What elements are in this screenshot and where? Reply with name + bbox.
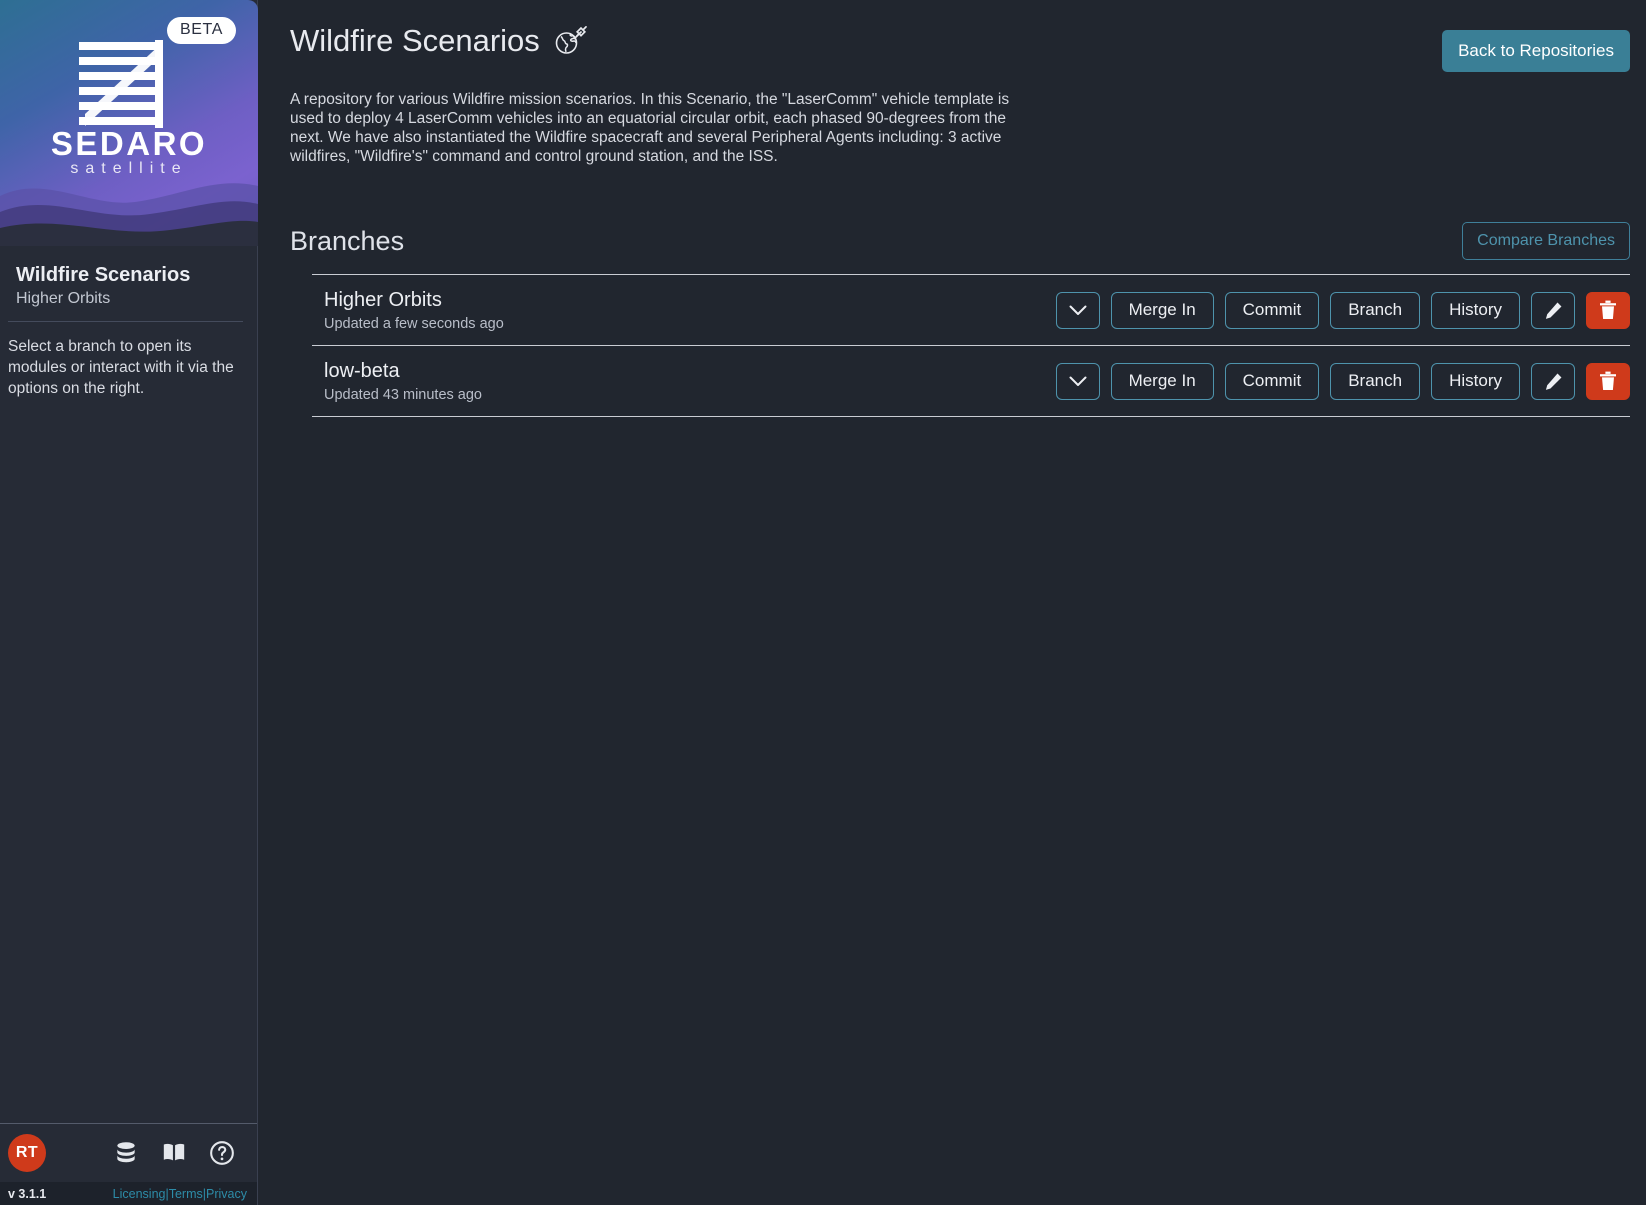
sidebar-version-bar: v 3.1.1 Licensing|Terms|Privacy — [0, 1182, 257, 1205]
pencil-icon — [1545, 302, 1561, 319]
chevron-down-icon — [1069, 376, 1087, 386]
sidebar: BETA SEDARO satellite Wildfire Scenarios… — [0, 0, 258, 1205]
table-row[interactable]: Higher Orbits Updated a few seconds ago … — [312, 274, 1630, 345]
app-root: BETA SEDARO satellite Wildfire Scenarios… — [0, 0, 1646, 1205]
book-icon[interactable] — [161, 1140, 187, 1166]
sidebar-repo-title: Wildfire Scenarios — [16, 264, 191, 286]
brand-tagline: satellite — [70, 160, 188, 177]
page-title: Wildfire Scenarios — [290, 22, 588, 60]
legal-links: Licensing|Terms|Privacy — [113, 1187, 247, 1201]
branches-header: Branches Compare Branches — [290, 222, 1630, 260]
compare-branches-button[interactable]: Compare Branches — [1462, 222, 1630, 260]
branch-updated: Updated 43 minutes ago — [324, 387, 482, 403]
merge-in-button[interactable]: Merge In — [1110, 291, 1214, 329]
licensing-link[interactable]: Licensing — [113, 1187, 166, 1201]
sidebar-hint-text: Select a branch to open its modules or i… — [8, 338, 234, 397]
brand-logo-panel: BETA SEDARO satellite — [0, 0, 258, 246]
pencil-icon — [1545, 373, 1561, 390]
branches-title: Branches — [290, 225, 405, 256]
database-icon[interactable] — [113, 1140, 139, 1166]
privacy-link[interactable]: Privacy — [206, 1187, 247, 1201]
branch-button[interactable]: Branch — [1330, 291, 1421, 329]
page-header: Wildfire Scenarios Back to Repositories — [290, 0, 1630, 72]
main-content: Wildfire Scenarios Back to Repositories … — [258, 0, 1646, 1205]
merge-in-button[interactable]: Merge In — [1110, 362, 1214, 400]
branch-list: Higher Orbits Updated a few seconds ago … — [290, 274, 1630, 417]
repository-description: A repository for various Wildfire missio… — [290, 91, 1010, 165]
branch-info: Higher Orbits Updated a few seconds ago — [324, 288, 504, 332]
edit-branch-button[interactable] — [1531, 291, 1575, 329]
branch-name: Higher Orbits — [324, 289, 442, 311]
sidebar-repo-block: Wildfire Scenarios Higher Orbits — [0, 246, 257, 308]
branch-info: low-beta Updated 43 minutes ago — [324, 359, 482, 403]
help-circle-icon[interactable] — [209, 1140, 235, 1166]
branch-updated: Updated a few seconds ago — [324, 316, 504, 332]
branch-button[interactable]: Branch — [1330, 362, 1421, 400]
globe-satellite-icon — [555, 26, 587, 54]
commit-button[interactable]: Commit — [1224, 291, 1320, 329]
trash-icon — [1600, 371, 1616, 390]
branch-actions: Merge In Commit Branch History — [1055, 362, 1630, 400]
brand-name: SEDARO — [50, 125, 208, 162]
expand-branch-button[interactable] — [1055, 362, 1100, 400]
delete-branch-button[interactable] — [1586, 362, 1630, 400]
history-button[interactable]: History — [1431, 291, 1520, 329]
sidebar-footer-icons: RT — [0, 1124, 257, 1182]
chevron-down-icon — [1069, 305, 1087, 315]
avatar[interactable]: RT — [8, 1134, 46, 1172]
version-label: v 3.1.1 — [8, 1186, 47, 1201]
table-row[interactable]: low-beta Updated 43 minutes ago Merge In… — [312, 345, 1630, 417]
expand-branch-button[interactable] — [1055, 291, 1100, 329]
terms-link[interactable]: Terms — [169, 1187, 203, 1201]
back-to-repositories-button[interactable]: Back to Repositories — [1442, 30, 1630, 72]
sedaro-logo-icon — [79, 40, 163, 128]
edit-branch-button[interactable] — [1531, 362, 1575, 400]
commit-button[interactable]: Commit — [1224, 362, 1320, 400]
delete-branch-button[interactable] — [1586, 291, 1630, 329]
sidebar-utility-icons — [113, 1140, 235, 1166]
trash-icon — [1600, 300, 1616, 319]
history-button[interactable]: History — [1431, 362, 1520, 400]
branch-actions: Merge In Commit Branch History — [1055, 291, 1630, 329]
sidebar-repo-branch: Higher Orbits — [16, 290, 111, 307]
branch-name: low-beta — [324, 360, 400, 382]
page-title-text: Wildfire Scenarios — [290, 23, 540, 58]
